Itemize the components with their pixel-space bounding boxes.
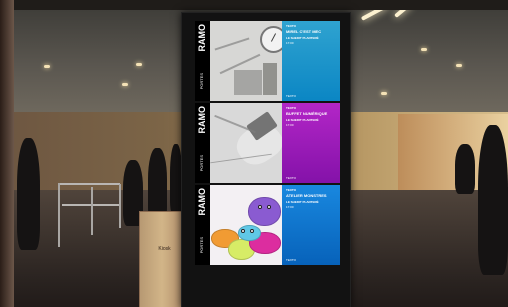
event-time: 17:00 xyxy=(286,123,294,127)
screen-panel-one: RAMO PORTES TEXTO MIREL C'EST MEC LE SHE… xyxy=(195,21,340,101)
queue-rail xyxy=(58,183,120,185)
monster-eye xyxy=(241,229,245,233)
event-title: ATELIER MONSTRES xyxy=(286,193,327,198)
monster-eye xyxy=(258,205,262,209)
brand-word: RAMO xyxy=(197,24,207,52)
brand-subtitle: PORTES xyxy=(199,73,204,90)
screen-panel-three: RAMO PORTES TEXTO ATELIER MONSTRES LE SH… xyxy=(195,185,340,265)
panel-info-two: TEXTO BUFFET NUMÉRIQUE LE SHEDIT PLANTER… xyxy=(282,103,340,183)
event-label: TEXTO xyxy=(286,106,296,110)
panel-mark: TEXTO xyxy=(286,94,296,98)
person-background xyxy=(455,144,475,194)
top-frame xyxy=(0,0,508,10)
brand-word: RAMO xyxy=(197,188,207,216)
monster-illustration xyxy=(238,225,261,241)
event-location: LE SHEDIT PLANTERÉ xyxy=(286,118,319,122)
event-title: MIREL C'EST MEC xyxy=(286,29,322,34)
panel-info-one: TEXTO MIREL C'EST MEC LE SHEDIT PLANTERÉ… xyxy=(282,21,340,101)
sketch-line xyxy=(214,37,250,51)
sketch-line xyxy=(234,70,262,95)
ceiling-light xyxy=(381,92,387,95)
ceiling-light xyxy=(421,48,427,51)
person-left xyxy=(17,138,40,250)
event-time: 17:00 xyxy=(286,41,294,45)
ceiling-light xyxy=(44,65,50,68)
event-time: 17:00 xyxy=(286,205,294,209)
event-title: BUFFET NUMÉRIQUE xyxy=(286,111,328,116)
brand-subtitle: PORTES xyxy=(199,155,204,172)
panel-info-three: TEXTO ATELIER MONSTRES LE SHEDIT PLANTER… xyxy=(282,185,340,265)
event-label: TEXTO xyxy=(286,188,296,192)
ceiling-light xyxy=(136,63,142,66)
brand-strip: RAMO PORTES xyxy=(195,185,210,265)
ceiling-light xyxy=(122,83,128,86)
sketch-line xyxy=(263,63,277,95)
brand-word: RAMO xyxy=(197,106,207,134)
event-location: LE SHEDIT PLANTERÉ xyxy=(286,200,319,204)
brand-subtitle: PORTES xyxy=(199,237,204,254)
screen-panel-two: RAMO PORTES TEXTO BUFFET NUMÉRIQUE LE SH… xyxy=(195,103,340,183)
panel-mark: TEXTO xyxy=(286,258,296,262)
panel-photo xyxy=(210,21,287,101)
monster-eye xyxy=(250,229,254,233)
panel-mark: TEXTO xyxy=(286,176,296,180)
queue-post xyxy=(58,183,60,247)
brand-strip: RAMO PORTES xyxy=(195,103,210,183)
event-label: TEXTO xyxy=(286,24,296,28)
left-frame xyxy=(0,0,14,307)
monster-illustration xyxy=(248,197,281,226)
event-location: LE SHEDIT PLANTERÉ xyxy=(286,36,319,40)
person-right xyxy=(478,125,508,275)
queue-post xyxy=(119,184,121,228)
panel-photo xyxy=(210,103,289,183)
queue-post xyxy=(91,187,93,235)
monster-eye xyxy=(267,205,271,209)
ceiling-light xyxy=(456,64,462,67)
hall-scene: Kiosk RAMO PORTES TEXTO MIREL C'EST MEC … xyxy=(0,0,508,307)
brand-strip: RAMO PORTES xyxy=(195,21,210,101)
panel-photo xyxy=(210,185,282,265)
